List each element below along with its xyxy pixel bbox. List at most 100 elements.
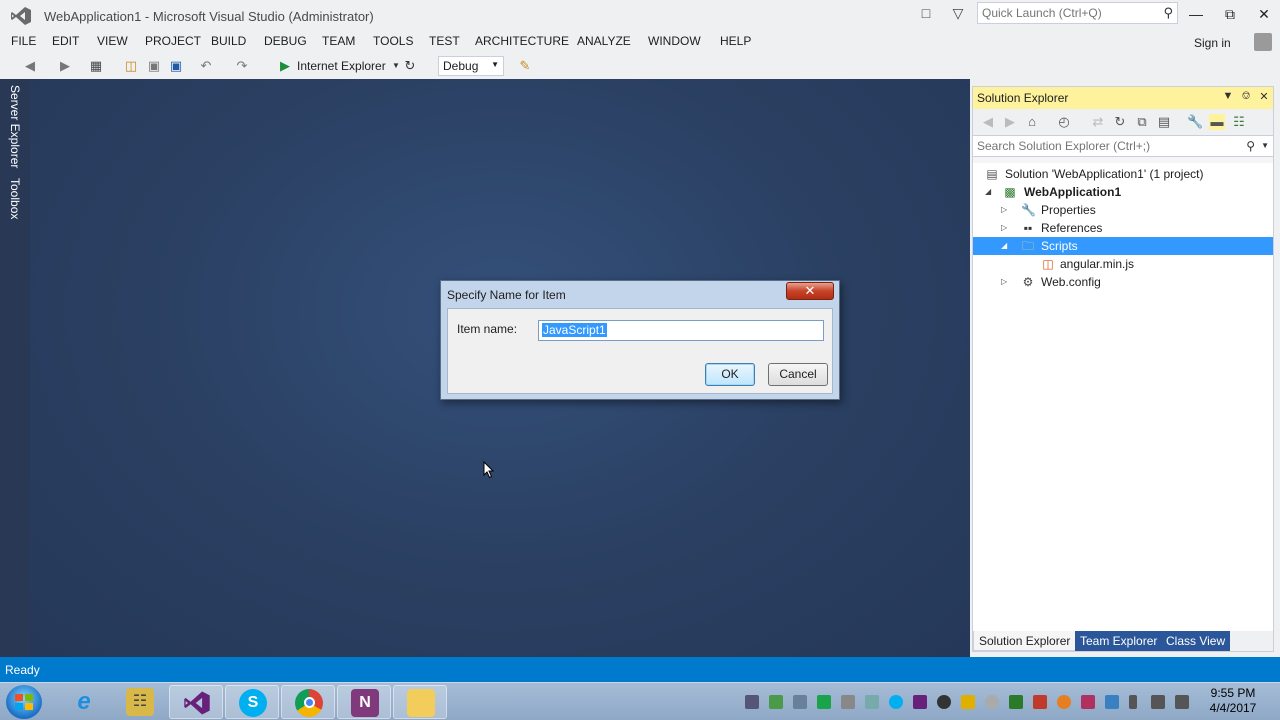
dialog-close-button[interactable]: ✕ — [786, 282, 834, 300]
save-all-icon[interactable]: ▣ — [168, 58, 184, 74]
tree-item-properties[interactable]: ▷ 🔧 Properties — [973, 201, 1273, 219]
tray-dot-icon[interactable] — [937, 695, 951, 709]
menu-window[interactable]: WINDOW — [648, 34, 701, 48]
menu-tools[interactable]: TOOLS — [373, 34, 413, 48]
expanded-arrow-icon[interactable]: ◢ — [985, 187, 995, 196]
tray-security-icon[interactable] — [1081, 695, 1095, 709]
tray-vs-icon[interactable] — [913, 695, 927, 709]
tab-team-explorer[interactable]: Team Explorer — [1075, 631, 1163, 651]
start-button[interactable] — [6, 685, 42, 719]
configuration-select[interactable]: Debug ▼ — [438, 56, 504, 76]
close-panel-icon[interactable]: ✕ — [1257, 90, 1271, 103]
browser-link-icon[interactable]: ✎ — [517, 58, 533, 74]
expanded-arrow-icon[interactable]: ◢ — [1001, 241, 1011, 250]
show-all-files-icon[interactable]: ▤ — [1156, 114, 1172, 130]
tree-item-scripts[interactable]: ◢ 🗀 Scripts — [973, 237, 1273, 255]
refresh-icon[interactable]: ↻ — [402, 58, 418, 74]
redo-icon[interactable]: ↷ — [234, 58, 250, 74]
tree-item-angular[interactable]: ◫ angular.min.js — [973, 255, 1273, 273]
feedback-icon[interactable]: □ — [918, 5, 934, 21]
undo-icon[interactable]: ↶ — [198, 58, 214, 74]
panel-menu-icon[interactable]: ▼ — [1221, 90, 1235, 102]
tray-warning-icon[interactable] — [961, 695, 975, 709]
back-icon[interactable]: ◀ — [22, 58, 38, 74]
tray-shield-icon[interactable] — [1009, 695, 1023, 709]
menu-build[interactable]: BUILD — [211, 34, 246, 48]
menu-view[interactable]: VIEW — [97, 34, 128, 48]
menu-project[interactable]: PROJECT — [145, 34, 201, 48]
run-target-button[interactable]: Internet Explorer — [297, 59, 386, 73]
solution-search[interactable]: ⚲ ▼ — [973, 135, 1273, 157]
tray-doc-icon[interactable] — [865, 695, 879, 709]
taskbar-file-explorer[interactable] — [393, 685, 447, 719]
avatar[interactable] — [1254, 33, 1272, 51]
tray-settings-icon[interactable] — [745, 695, 759, 709]
save-icon[interactable]: ▣ — [146, 58, 162, 74]
collapsed-arrow-icon[interactable]: ▷ — [1001, 277, 1011, 286]
menu-team[interactable]: TEAM — [322, 34, 355, 48]
start-debugging-icon[interactable]: ▶ — [277, 58, 293, 74]
solution-search-input[interactable] — [973, 136, 1233, 156]
ok-button[interactable]: OK — [705, 363, 755, 386]
tab-class-view[interactable]: Class View — [1161, 631, 1231, 651]
close-button[interactable]: ✕ — [1254, 4, 1274, 24]
tray-disc-icon[interactable] — [985, 695, 999, 709]
class-diagram-icon[interactable]: ☷ — [1231, 114, 1247, 130]
network-icon[interactable] — [1151, 695, 1165, 709]
quick-launch-input[interactable] — [978, 3, 1148, 23]
back-icon[interactable]: ◀ — [980, 114, 996, 130]
sign-in-link[interactable]: Sign in — [1194, 36, 1231, 50]
new-project-icon[interactable]: ▦ — [88, 58, 104, 74]
preview-icon[interactable]: ▬ — [1209, 114, 1225, 130]
tray-sync-icon[interactable] — [769, 695, 783, 709]
tab-solution-explorer[interactable]: Solution Explorer — [973, 631, 1077, 651]
cancel-button[interactable]: Cancel — [768, 363, 828, 386]
forward-icon[interactable]: ▶ — [1002, 114, 1018, 130]
tree-item-solution[interactable]: ▤ Solution 'WebApplication1' (1 project) — [973, 165, 1273, 183]
search-icon[interactable]: ⚲ — [1163, 5, 1173, 21]
minimize-button[interactable]: — — [1186, 4, 1206, 24]
menu-architecture[interactable]: ARCHITECTURE — [475, 34, 569, 48]
menu-edit[interactable]: EDIT — [52, 34, 79, 48]
tree-item-project[interactable]: ◢ ▩ WebApplication1 — [973, 183, 1273, 201]
volume-icon[interactable] — [1175, 695, 1189, 709]
pending-changes-icon[interactable]: ◴ — [1056, 114, 1072, 130]
refresh-icon[interactable]: ↻ — [1112, 114, 1128, 130]
open-file-icon[interactable]: ◫ — [123, 58, 139, 74]
menu-test[interactable]: TEST — [429, 34, 460, 48]
search-icon[interactable]: ⚲ — [1246, 139, 1255, 153]
taskbar-visual-studio[interactable] — [169, 685, 223, 719]
item-name-input[interactable]: JavaScript1 — [538, 320, 824, 341]
collapsed-arrow-icon[interactable]: ▷ — [1001, 205, 1011, 214]
chevron-down-icon[interactable]: ▼ — [1261, 141, 1269, 150]
tray-orange-icon[interactable] — [1057, 695, 1071, 709]
sync-icon[interactable]: ⇄ — [1090, 114, 1106, 130]
taskbar-onenote[interactable]: N — [337, 685, 391, 719]
tray-monitor-icon[interactable] — [1105, 695, 1119, 709]
quick-launch[interactable]: ⚲ — [977, 2, 1178, 24]
tray-app-icon[interactable] — [817, 695, 831, 709]
tree-item-references[interactable]: ▷ ▪▪ References — [973, 219, 1273, 237]
menu-analyze[interactable]: ANALYZE — [577, 34, 631, 48]
taskbar-network-tool[interactable]: ☷ — [113, 685, 167, 719]
menu-help[interactable]: HELP — [720, 34, 751, 48]
tray-tool-icon[interactable] — [841, 695, 855, 709]
pin-icon[interactable]: ⎊ — [1239, 90, 1253, 103]
tray-acrobat-icon[interactable] — [1033, 695, 1047, 709]
filter-icon[interactable]: ▽ — [950, 5, 966, 21]
tab-server-explorer[interactable]: Server Explorer — [8, 85, 22, 168]
tray-window-icon[interactable] — [793, 695, 807, 709]
taskbar-skype[interactable]: S — [225, 685, 279, 719]
battery-icon[interactable] — [1129, 695, 1137, 709]
menu-file[interactable]: FILE — [11, 34, 36, 48]
restore-button[interactable]: ⧉ — [1220, 4, 1240, 24]
collapsed-arrow-icon[interactable]: ▷ — [1001, 223, 1011, 232]
taskbar-internet-explorer[interactable]: e — [57, 685, 111, 719]
collapse-all-icon[interactable]: ⧉ — [1134, 114, 1150, 130]
forward-icon[interactable]: ▶ — [57, 58, 73, 74]
clock[interactable]: 9:55 PM 4/4/2017 — [1208, 686, 1258, 716]
taskbar-chrome[interactable] — [281, 685, 335, 719]
menu-debug[interactable]: DEBUG — [264, 34, 307, 48]
tray-skype-icon[interactable] — [889, 695, 903, 709]
tree-item-webconfig[interactable]: ▷ ⚙ Web.config — [973, 273, 1273, 291]
